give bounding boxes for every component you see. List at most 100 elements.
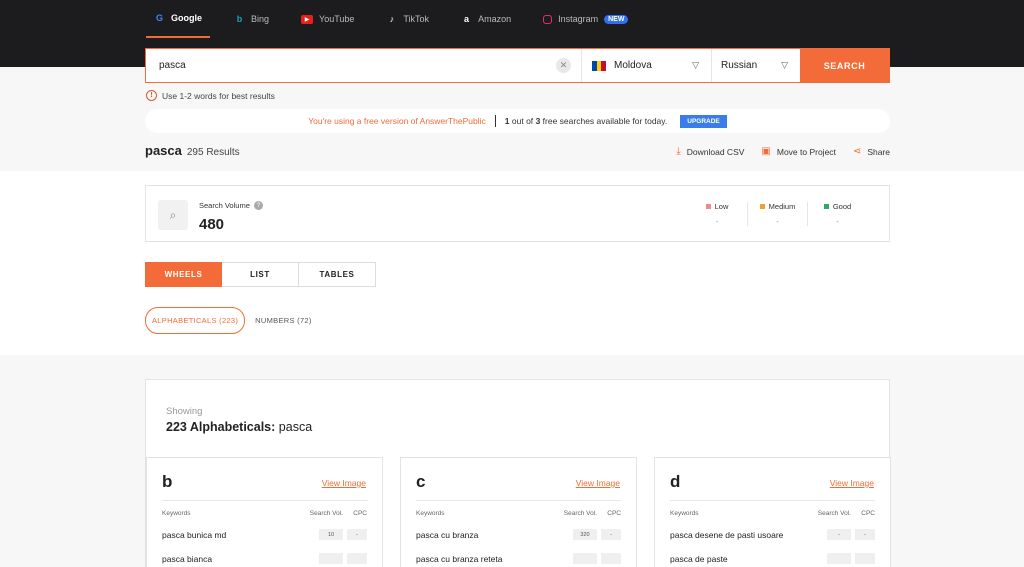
tab-amazon[interactable]: a Amazon	[453, 0, 519, 38]
results-keyword: pasca	[145, 143, 182, 158]
card-letter: d	[670, 472, 681, 491]
moldova-flag-icon	[592, 60, 607, 71]
share-button[interactable]: ⋖ Share	[853, 146, 890, 157]
divider	[670, 500, 875, 501]
tab-youtube[interactable]: ▶ YouTube	[293, 0, 362, 38]
volume-cell: -	[827, 529, 851, 540]
move-to-project-button[interactable]: ▣ Move to Project	[761, 146, 836, 157]
keyword-row[interactable]: pasca bunica md 10 -	[162, 529, 367, 544]
tab-tables[interactable]: TABLES	[299, 262, 376, 287]
tab-label: YouTube	[319, 14, 355, 24]
column-headers: Keywords Search Vol. CPC	[416, 510, 621, 517]
tiktok-icon: ♪	[389, 14, 395, 24]
divider	[416, 500, 621, 501]
alert-icon: !	[146, 90, 157, 101]
language-value: Russian	[721, 60, 758, 71]
search-hint: ! Use 1-2 words for best results	[146, 90, 275, 101]
medium-swatch	[759, 204, 765, 209]
results-count: 295 Results	[186, 147, 240, 158]
search-bar: pasca ✕ Moldova ▽ Russian ▽ SEARCH	[145, 48, 890, 83]
card-letter: b	[162, 472, 173, 491]
showing-label: Showing	[166, 406, 203, 417]
tab-bing[interactable]: b Bing	[226, 0, 277, 38]
keyword-row[interactable]: pasca cu branza 320 -	[416, 529, 621, 544]
share-icon: ⋖	[852, 146, 862, 157]
search-engine-tabs: G Google b Bing ▶ YouTube ♪ TikTok a Ama…	[146, 0, 636, 38]
magnifier-chart-icon: ⌕	[158, 200, 188, 230]
view-image-link[interactable]: View Image	[322, 478, 366, 488]
results-header: pasca 295 Results	[145, 143, 240, 158]
country-value: Moldova	[614, 60, 652, 71]
keyword-row[interactable]: pasca de paste	[670, 553, 875, 567]
volume-cell: 320	[573, 529, 597, 540]
view-image-link[interactable]: View Image	[576, 478, 620, 488]
column-headers: Keywords Search Vol. CPC	[162, 510, 367, 517]
new-badge: NEW	[604, 14, 629, 24]
country-select[interactable]: Moldova ▽	[582, 49, 712, 82]
volume-cell	[827, 553, 851, 564]
divider	[162, 500, 367, 501]
youtube-icon: ▶	[301, 14, 314, 24]
upgrade-button[interactable]: UPGRADE	[680, 114, 727, 128]
tab-instagram[interactable]: Instagram NEW	[535, 0, 636, 38]
tab-google[interactable]: G Google	[146, 0, 210, 38]
tab-tiktok[interactable]: ♪ TikTok	[378, 0, 437, 38]
tab-label: Amazon	[478, 14, 512, 24]
help-icon[interactable]: ?	[253, 201, 263, 210]
amazon-icon: a	[464, 14, 470, 24]
category-tabs: ALPHABETICALS (223) NUMBERS (72)	[145, 307, 312, 334]
view-image-link[interactable]: View Image	[830, 478, 874, 488]
showing-title: 223 Alphabeticals: pasca	[166, 420, 313, 434]
keyword-card-b: b View Image Keywords Search Vol. CPC pa…	[146, 457, 383, 567]
language-select[interactable]: Russian ▽	[712, 49, 800, 82]
legend-low: Low -	[687, 202, 747, 226]
good-swatch	[823, 204, 829, 209]
volume-cell: 10	[319, 529, 343, 540]
folder-icon: ▣	[761, 146, 771, 157]
tab-wheels[interactable]: WHEELS	[145, 262, 222, 287]
results-actions: ⤓ Download CSV ▣ Move to Project ⋖ Share	[676, 146, 890, 157]
legend-medium: Medium -	[747, 202, 807, 226]
instagram-icon	[543, 14, 553, 24]
search-volume-label: Search Volume ?	[199, 201, 263, 210]
tab-label: Bing	[251, 14, 270, 24]
keyword-row[interactable]: pasca cu branza reteta	[416, 553, 621, 567]
free-version-text: You're using a free version of AnswerThe…	[308, 116, 486, 126]
tab-list[interactable]: LIST	[222, 262, 299, 287]
download-icon: ⤓	[676, 146, 681, 157]
keyword-row[interactable]: pasca desene de pasti usoare - -	[670, 529, 875, 544]
tab-label: TikTok	[403, 14, 430, 24]
divider	[494, 115, 496, 127]
search-button[interactable]: SEARCH	[800, 49, 889, 82]
search-input[interactable]: pasca ✕	[146, 49, 582, 82]
searches-remaining: 1 out of 3 free searches available for t…	[504, 116, 668, 126]
tab-label: Google	[171, 13, 202, 23]
chevron-down-icon: ▽	[781, 60, 788, 70]
search-volume-card: ⌕ Search Volume ? 480 Low - Medium - Goo…	[145, 185, 890, 242]
search-volume-value: 480	[199, 216, 225, 233]
tab-label: Instagram	[558, 14, 599, 24]
hint-text: Use 1-2 words for best results	[162, 90, 275, 101]
bing-icon: b	[236, 14, 243, 24]
cpc-cell: -	[855, 529, 875, 540]
card-letter: c	[416, 472, 426, 491]
search-query: pasca	[159, 60, 186, 71]
column-headers: Keywords Search Vol. CPC	[670, 510, 875, 517]
keyword-card-c: c View Image Keywords Search Vol. CPC pa…	[400, 457, 637, 567]
keyword-row[interactable]: pasca bianca	[162, 553, 367, 567]
cpc-cell	[347, 553, 367, 564]
results-panel: Showing 223 Alphabeticals: pasca b View …	[145, 379, 891, 567]
tab-alphabeticals[interactable]: ALPHABETICALS (223)	[145, 307, 246, 334]
tab-numbers[interactable]: NUMBERS (72)	[255, 316, 312, 325]
cpc-cell: -	[601, 529, 621, 540]
free-version-notice: You're using a free version of AnswerThe…	[145, 109, 890, 133]
view-tabs: WHEELS LIST TABLES	[145, 262, 376, 287]
cpc-cell	[601, 553, 621, 564]
download-csv-button[interactable]: ⤓ Download CSV	[676, 146, 744, 157]
volume-legend: Low - Medium - Good -	[687, 202, 867, 226]
clear-icon[interactable]: ✕	[556, 58, 571, 73]
google-icon: G	[155, 13, 163, 23]
legend-good: Good -	[807, 202, 867, 226]
chevron-down-icon: ▽	[692, 60, 699, 70]
keyword-card-d: d View Image Keywords Search Vol. CPC pa…	[654, 457, 891, 567]
